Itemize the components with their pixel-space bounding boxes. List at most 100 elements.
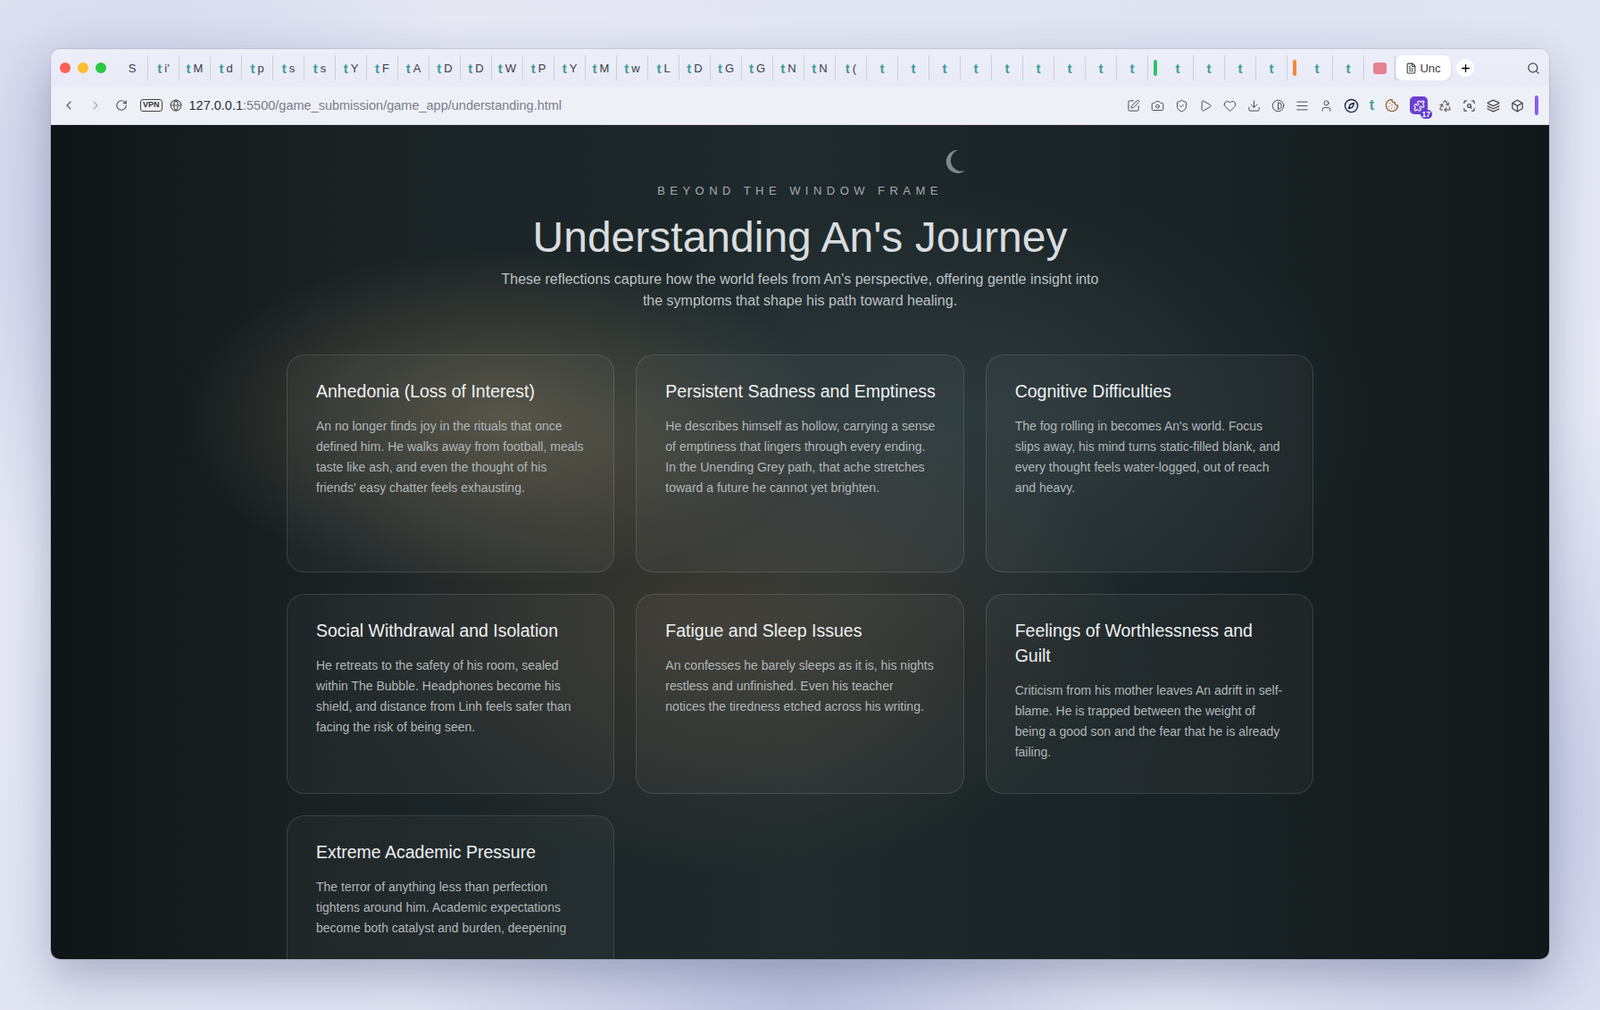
browser-tab[interactable]: t: [1054, 55, 1086, 81]
box-extension-icon[interactable]: [1510, 99, 1525, 113]
t-extension-icon[interactable]: t: [1369, 97, 1375, 114]
browser-tab[interactable]: t: [1193, 55, 1225, 81]
site-favicon-icon: t: [313, 61, 318, 75]
site-favicon-icon: t: [717, 61, 723, 75]
globe-icon: [169, 99, 183, 112]
share-icon[interactable]: [1126, 99, 1141, 113]
close-button[interactable]: [59, 62, 71, 74]
browser-tab[interactable]: t: [1162, 55, 1194, 81]
site-favicon-icon: t: [282, 61, 287, 75]
browser-tab[interactable]: tY: [335, 55, 367, 81]
browser-tab[interactable]: t: [1333, 55, 1365, 81]
card-body: He retreats to the safety of his room, s…: [316, 655, 587, 738]
browser-tab[interactable]: t: [1301, 55, 1334, 81]
browser-tab[interactable]: S: [116, 55, 149, 81]
browser-tab[interactable]: tN: [773, 55, 805, 81]
heart-icon[interactable]: [1223, 99, 1237, 113]
page-content: BEYOND THE WINDOW FRAMEUnderstanding An'…: [50, 125, 1550, 959]
browser-tab[interactable]: tD: [460, 55, 492, 81]
browser-tab[interactable]: t: [1256, 55, 1288, 81]
tab-strip: Sti'tMtdtptststYtFtAtDtDtWtPtYtMtwtLtDtG…: [116, 55, 1522, 81]
browser-tab[interactable]: tG: [710, 55, 742, 81]
tab-group-marker[interactable]: [1153, 59, 1158, 76]
cookie-extension-icon[interactable]: [1384, 98, 1400, 113]
browser-tab[interactable]: tF: [366, 55, 399, 81]
card-title: Anhedonia (Loss of Interest): [316, 378, 587, 404]
site-favicon-icon: t: [531, 61, 536, 75]
reload-icon[interactable]: [115, 99, 128, 112]
browser-tab[interactable]: tD: [429, 55, 461, 81]
card-body: He describes himself as hollow, carrying…: [665, 416, 936, 499]
recycle-extension-icon[interactable]: [1438, 99, 1452, 113]
browser-tab[interactable]: t: [960, 55, 992, 81]
browser-tab[interactable]: tp: [241, 55, 274, 81]
browser-tab[interactable]: t: [991, 55, 1024, 81]
browser-tab[interactable]: t: [898, 55, 930, 81]
address-bar[interactable]: VPN 127.0.0.1:5500/game_submission/game_a…: [140, 98, 1115, 113]
browser-tab[interactable]: ti': [148, 55, 180, 81]
browser-tab[interactable]: t: [1116, 55, 1149, 81]
tab-group-marker[interactable]: [1292, 59, 1297, 76]
site-favicon-icon: t: [343, 61, 349, 75]
browser-tab[interactable]: tW: [491, 55, 524, 81]
compass-extension-icon[interactable]: [1343, 98, 1359, 114]
forward-icon[interactable]: [88, 98, 103, 113]
url-text: 127.0.0.1:5500/game_submission/game_app/…: [189, 98, 563, 113]
minimize-button[interactable]: [77, 62, 89, 74]
browser-tab[interactable]: t: [1225, 55, 1257, 81]
download-icon[interactable]: [1247, 99, 1261, 113]
site-favicon-icon: t: [942, 61, 948, 75]
tab-label: W: [505, 61, 517, 75]
user-icon[interactable]: [1319, 99, 1334, 113]
browser-tab[interactable]: t: [1085, 55, 1117, 81]
browser-tab[interactable]: tN: [804, 55, 836, 81]
vpn-badge[interactable]: VPN: [140, 99, 163, 112]
symptom-card: Anhedonia (Loss of Interest)An no longer…: [286, 354, 615, 573]
eyebrow: BEYOND THE WINDOW FRAME: [657, 183, 943, 199]
browser-tab[interactable]: tD: [679, 55, 711, 81]
browser-tab[interactable]: tA: [398, 55, 430, 81]
sidebar-toggle[interactable]: [1534, 95, 1539, 116]
browser-tab[interactable]: tL: [648, 55, 680, 81]
browser-tab[interactable]: ts: [304, 55, 336, 81]
site-favicon-icon: t: [880, 61, 885, 75]
browser-tab[interactable]: [1364, 55, 1396, 81]
card-body: The fog rolling in becomes An's world. F…: [1015, 416, 1286, 499]
browser-tab[interactable]: tM: [179, 55, 211, 81]
browser-tab[interactable]: ts: [273, 55, 305, 81]
menu-icon[interactable]: [1295, 99, 1309, 113]
card-title: Social Withdrawal and Isolation: [316, 617, 587, 643]
browser-tab[interactable]: t: [866, 55, 899, 81]
browser-tab[interactable]: tG: [741, 55, 774, 81]
scan-extension-icon[interactable]: [1462, 99, 1476, 113]
symptom-card: Cognitive DifficultiesThe fog rolling in…: [985, 354, 1314, 573]
browser-tab[interactable]: td: [210, 55, 242, 81]
new-tab-button[interactable]: [1456, 58, 1475, 77]
camera-icon[interactable]: [1150, 99, 1165, 113]
tab-label: M: [600, 61, 610, 75]
site-favicon-icon: t: [811, 61, 817, 75]
tab-bar: Sti'tMtdtptststYtFtAtDtDtWtPtYtMtwtLtDtG…: [50, 49, 1550, 87]
extension-with-badge[interactable]: 17: [1409, 96, 1428, 115]
search-tabs-icon[interactable]: [1526, 61, 1541, 75]
layers-extension-icon[interactable]: [1486, 99, 1500, 113]
browser-tab[interactable]: tP: [523, 55, 555, 81]
browser-tab[interactable]: tw: [616, 55, 649, 81]
browser-tab[interactable]: t: [1023, 55, 1055, 81]
maximize-button[interactable]: [95, 62, 107, 74]
back-icon[interactable]: [61, 98, 76, 113]
site-favicon-icon: t: [911, 61, 917, 75]
browser-tab[interactable]: t(: [835, 55, 867, 81]
browser-tab[interactable]: t: [929, 55, 961, 81]
desktop: Sti'tMtdtptststYtFtAtDtDtWtPtYtMtwtLtDtG…: [0, 0, 1600, 1010]
browser-tab[interactable]: tM: [585, 55, 617, 81]
active-tab[interactable]: Unc: [1395, 55, 1451, 81]
contrast-icon[interactable]: [1271, 99, 1285, 113]
page-viewport: BEYOND THE WINDOW FRAMEUnderstanding An'…: [50, 125, 1550, 959]
shield-icon[interactable]: [1175, 99, 1189, 113]
play-icon[interactable]: [1199, 99, 1213, 113]
symptom-card: Feelings of Worthlessness and GuiltCriti…: [985, 593, 1314, 794]
toolbar: t 17: [1126, 95, 1539, 116]
browser-tab[interactable]: tY: [554, 55, 586, 81]
tab-label: A: [413, 61, 422, 75]
